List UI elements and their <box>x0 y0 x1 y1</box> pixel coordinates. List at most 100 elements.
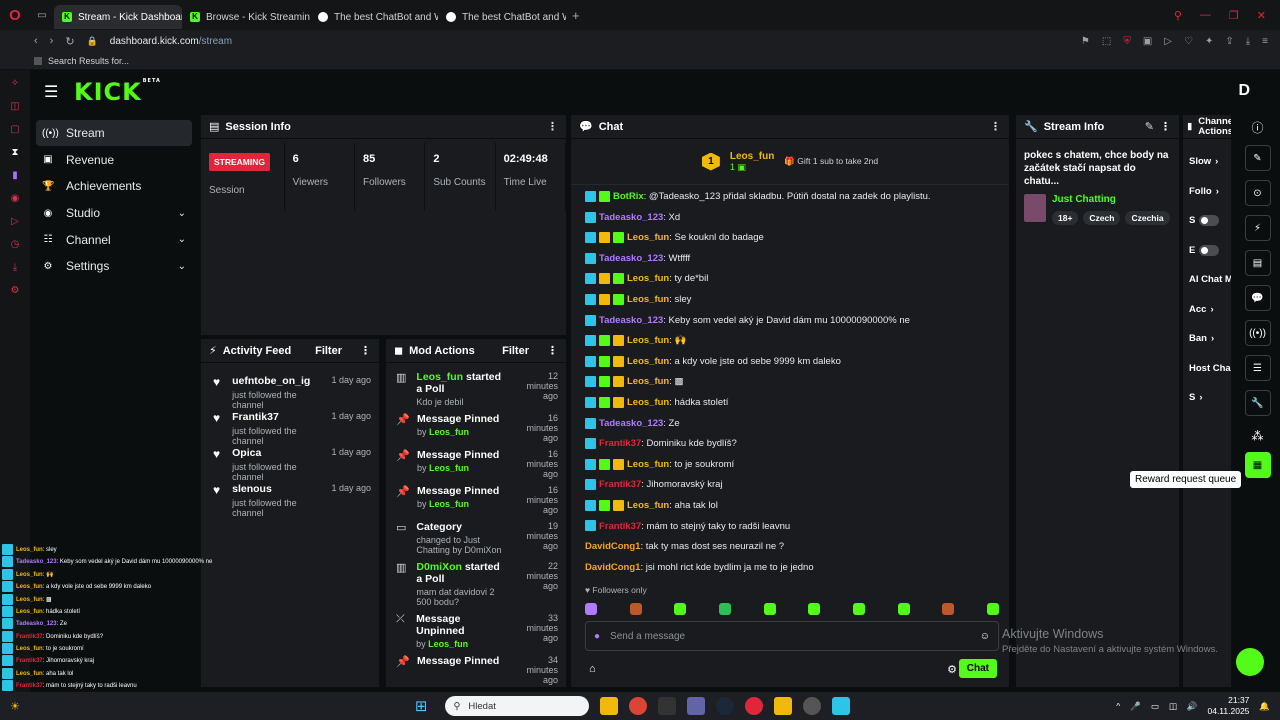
app-icon[interactable] <box>832 697 851 715</box>
chat-username[interactable]: Leos_fun <box>627 376 669 387</box>
teams-icon[interactable] <box>687 697 706 715</box>
download-icon[interactable]: ⤓ <box>1246 36 1250 47</box>
url-field[interactable]: dashboard.kick.com/stream <box>110 36 232 47</box>
floating-kick-button[interactable] <box>1236 648 1264 676</box>
volume-icon[interactable]: 🔊 <box>1187 701 1198 712</box>
chat-username[interactable]: DavidCong1 <box>585 562 640 573</box>
bookmark-icon[interactable]: ⚑ <box>1081 36 1090 47</box>
heart-icon[interactable]: ♡ <box>1184 36 1193 47</box>
pinned-leaderboard[interactable]: 1 Leos_fun 1 ▣ 🎁 Gift 1 sub to take 2nd <box>571 139 1009 185</box>
reward-queue-icon[interactable]: ⁂ <box>1252 429 1264 443</box>
broadcast-button[interactable]: ((•)) <box>1244 320 1271 346</box>
search-tabs-icon[interactable]: ⚲ <box>1174 9 1182 22</box>
chat-button[interactable]: 💬 <box>1244 285 1271 311</box>
chat-settings-icon[interactable]: ⚙ <box>947 663 957 676</box>
chat-username[interactable]: Frantik37 <box>599 438 641 449</box>
sidebar-settings-icon[interactable]: ⚙ <box>11 285 20 296</box>
maximize-button[interactable]: ❐ <box>1229 9 1239 22</box>
activity-user[interactable]: Opica <box>232 447 323 459</box>
activity-item[interactable]: ♥ uefntobe_on_ig just followed the channel… <box>201 369 379 410</box>
nav-item-achievements[interactable]: 🏆 Achievements <box>36 173 192 199</box>
notes-button[interactable]: ▤ <box>1244 250 1271 276</box>
nav-item-studio[interactable]: ◉ Studio ⌄ <box>36 200 192 226</box>
steam-icon[interactable] <box>716 697 735 715</box>
back-icon[interactable]: ‹ <box>34 35 38 47</box>
chat-username[interactable]: BotRix <box>613 191 644 202</box>
nav-item-stream[interactable]: ((•)) Stream <box>36 120 192 146</box>
weather-icon[interactable]: ☀ <box>10 700 20 713</box>
channel-action-row[interactable]: Host Cha › <box>1183 354 1231 384</box>
chat-username[interactable]: Leos_fun <box>627 459 669 470</box>
sidebar-music-icon[interactable]: ◉ <box>11 193 20 204</box>
minimize-button[interactable]: — <box>1200 9 1211 22</box>
chevron-right-icon[interactable]: › <box>1199 392 1202 403</box>
snapshot-icon[interactable]: ⬚ <box>1102 36 1111 47</box>
close-window-button[interactable]: ✕ <box>1257 9 1266 22</box>
nav-item-revenue[interactable]: ▣ Revenue <box>36 147 192 173</box>
channel-action-row[interactable]: Follo › <box>1183 177 1231 207</box>
extension-icon[interactable]: ▣ <box>1143 36 1152 47</box>
chevron-right-icon[interactable]: › <box>1211 333 1214 344</box>
stream-tag[interactable]: Czechia <box>1125 211 1170 225</box>
tools-button[interactable]: 🔧 <box>1244 390 1271 416</box>
language-icon[interactable]: ▭ <box>1151 701 1159 712</box>
opera-icon[interactable] <box>745 697 764 715</box>
mic-tray-icon[interactable]: 🎤 <box>1130 701 1141 712</box>
chat-username[interactable]: Frantik37 <box>599 521 641 532</box>
clock[interactable]: 21:37 04.11.2025 <box>1207 695 1249 717</box>
more-icon[interactable]: ⋮ <box>1160 120 1171 133</box>
lightning-button[interactable]: ⚡ <box>1244 215 1271 241</box>
channel-action-row[interactable]: Slow › <box>1183 147 1231 177</box>
gift-store-icon[interactable]: ⌂ <box>589 663 596 675</box>
start-button[interactable]: ⊞ <box>415 697 428 715</box>
sidebar-twitch-icon[interactable]: ▮ <box>12 170 18 181</box>
emote-icon[interactable] <box>942 603 955 615</box>
user-avatar[interactable]: D <box>1238 82 1250 100</box>
channel-action-row[interactable]: S › <box>1183 383 1231 413</box>
filter-button[interactable]: Filter <box>315 345 342 357</box>
activity-user[interactable]: slenous <box>232 483 323 495</box>
mod-action-item[interactable]: 📌 Message Pinned by Leos_fun 16 minutes ago <box>386 479 566 515</box>
file-explorer-icon[interactable] <box>600 697 619 715</box>
toggle-switch[interactable] <box>1199 244 1220 256</box>
activity-item[interactable]: ♥ slenous just followed the channel 1 day a… <box>201 477 379 518</box>
sidebar-messenger-icon[interactable]: ◫ <box>10 101 19 112</box>
chat-username[interactable]: Tadeasko_123 <box>599 253 663 264</box>
chat-username[interactable]: Tadeasko_123 <box>599 212 663 223</box>
browser-tab[interactable]: The best ChatBot and Wi <box>310 5 438 29</box>
toggle-switch[interactable] <box>1199 215 1220 227</box>
chat-username[interactable]: Tadeasko_123 <box>599 418 663 429</box>
chevron-down-icon[interactable]: ⌄ <box>178 208 186 219</box>
activity-item[interactable]: ♥ Opica just followed the channel 1 day ago <box>201 441 379 482</box>
chrome-icon[interactable] <box>629 697 648 715</box>
sidebar-aria-icon[interactable]: ✧ <box>11 78 19 89</box>
kick-logo[interactable]: KICKBETA <box>74 78 161 106</box>
mic-icon[interactable]: ● <box>594 631 600 642</box>
info-icon[interactable]: ⓘ <box>1251 119 1263 136</box>
chat-username[interactable]: Leos_fun <box>627 397 669 408</box>
chat-username[interactable]: DavidCong1 <box>585 541 640 552</box>
mod-user[interactable]: Leos_fun <box>416 371 463 383</box>
emote-icon[interactable] <box>808 603 821 615</box>
browser-tab[interactable]: The best ChatBot and Wi <box>438 5 566 29</box>
more-icon[interactable]: ⋮ <box>990 120 1001 133</box>
emote-icon[interactable] <box>718 603 731 615</box>
channel-action-row[interactable]: Acc › <box>1183 295 1231 325</box>
more-icon[interactable]: ⋮ <box>360 344 371 357</box>
reload-icon[interactable]: ↻ <box>65 35 74 48</box>
bookmark-item[interactable]: Search Results for... <box>48 56 129 66</box>
mod-action-item[interactable]: 📌 Message Pinned by Leos_fun 16 minutes ago <box>386 407 566 443</box>
send-chat-button[interactable]: Chat <box>958 659 997 678</box>
chevron-down-icon[interactable]: ⌄ <box>178 234 186 245</box>
new-tab-button[interactable]: + <box>572 8 580 23</box>
sidebar-kick-icon[interactable]: ⧗ <box>11 147 18 158</box>
chat-username[interactable]: Tadeasko_123 <box>599 315 663 326</box>
chevron-up-icon[interactable]: ^ <box>1116 701 1120 711</box>
stream-tag[interactable]: Czech <box>1083 211 1121 225</box>
chat-username[interactable]: Leos_fun <box>627 232 669 243</box>
chat-username[interactable]: Leos_fun <box>627 273 669 284</box>
shield-icon[interactable]: ⛨ <box>1123 36 1131 47</box>
add-action-button[interactable]: ▦ <box>1244 452 1271 478</box>
clip-button[interactable]: ⊙ <box>1244 180 1271 206</box>
emote-icon[interactable] <box>585 603 597 615</box>
